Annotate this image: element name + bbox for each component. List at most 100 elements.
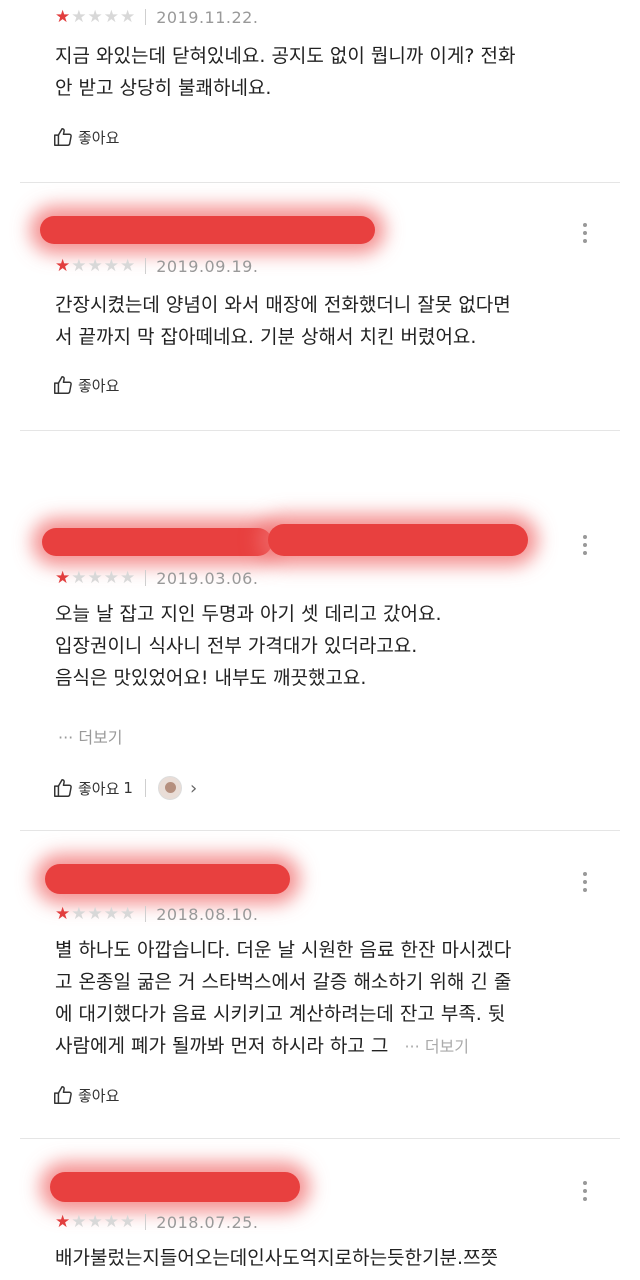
more-link[interactable]: ··· 더보기: [404, 1037, 469, 1056]
star-empty-icon: ★: [120, 903, 136, 924]
star-empty-icon: ★: [103, 1211, 119, 1232]
like-count: 1: [123, 779, 133, 797]
like-row: 좋아요 1 ›: [52, 775, 197, 801]
star-empty-icon: ★: [71, 1211, 87, 1232]
star-empty-icon: ★: [103, 6, 119, 27]
star-filled-icon: ★: [55, 6, 71, 27]
redacted-author: [40, 216, 375, 244]
star-empty-icon: ★: [87, 567, 103, 588]
divider-bar: [145, 1214, 147, 1230]
like-button[interactable]: 좋아요: [52, 372, 119, 398]
review-list: ★ ★ ★ ★ ★ 2019.11.22. 지금 와있는데 닫혀있네요. 공지도…: [0, 0, 640, 1280]
redacted-author: [45, 864, 290, 894]
divider: [20, 182, 620, 183]
review-text-line: 사람에게 폐가 될까봐 먼저 하시라 하고 그: [55, 1035, 389, 1057]
like-button[interactable]: 좋아요 1: [52, 777, 133, 799]
review-text-line-with-more: 사람에게 폐가 될까봐 먼저 하시라 하고 그 ··· 더보기: [55, 1030, 595, 1063]
star-empty-icon: ★: [71, 567, 87, 588]
rating-row: ★ ★ ★ ★ ★ 2019.03.06.: [55, 566, 258, 590]
star-empty-icon: ★: [87, 1211, 103, 1232]
redacted-author: [50, 1172, 300, 1202]
star-rating: ★ ★ ★ ★ ★: [55, 567, 136, 588]
star-empty-icon: ★: [120, 255, 136, 276]
like-label: 좋아요: [78, 128, 120, 147]
divider-bar: [145, 9, 147, 25]
review-text: 간장시켰는데 양념이 와서 매장에 전화했더니 잘못 없다면 서 끝까지 막 잡…: [55, 289, 595, 353]
thumbs-up-icon: [54, 779, 72, 797]
review-date: 2019.09.19.: [156, 256, 259, 276]
redacted-author: [42, 528, 272, 556]
star-empty-icon: ★: [120, 1211, 136, 1232]
review-text-line: 에 대기했다가 음료 시키키고 계산하려는데 잔고 부족. 뒷: [55, 1003, 506, 1025]
thumbs-up-icon: [54, 128, 72, 146]
star-rating: ★ ★ ★ ★ ★: [55, 255, 136, 276]
thumbs-up-icon: [54, 1086, 72, 1104]
more-options-icon[interactable]: [582, 535, 588, 555]
review-text-line: 안 받고 상당히 불쾌하네요.: [55, 77, 272, 99]
rating-row: ★ ★ ★ ★ ★ 2019.11.22.: [55, 5, 258, 29]
redacted-author: [268, 524, 528, 556]
review-text-line: 배가불렀는지들어오는데인사도억지로하는듯한기분.쯔쯧: [55, 1247, 499, 1269]
review-text: 오늘 날 잡고 지인 두명과 아기 셋 데리고 갔어요. 입장권이니 식사니 전…: [55, 598, 595, 694]
divider-bar: [145, 258, 147, 274]
star-empty-icon: ★: [71, 903, 87, 924]
like-label: 좋아요: [78, 779, 120, 798]
more-ellipsis: ···: [404, 1037, 420, 1056]
like-label: 좋아요: [78, 1086, 120, 1105]
star-empty-icon: ★: [120, 6, 136, 27]
divider: [20, 430, 620, 431]
liker-avatar[interactable]: [157, 776, 182, 800]
divider: [20, 1138, 620, 1139]
star-empty-icon: ★: [103, 903, 119, 924]
review-text-line: 서 끝까지 막 잡아떼네요. 기분 상해서 치킨 버렸어요.: [55, 326, 477, 348]
star-empty-icon: ★: [71, 255, 87, 276]
review-text-line: 입장권이니 식사니 전부 가격대가 있더라고요.: [55, 635, 418, 657]
review-text: 배가불렀는지들어오는데인사도억지로하는듯한기분.쯔쯧: [55, 1242, 595, 1274]
star-filled-icon: ★: [55, 903, 71, 924]
chevron-right-icon[interactable]: ›: [190, 778, 197, 799]
star-empty-icon: ★: [103, 255, 119, 276]
more-ellipsis: ···: [58, 728, 74, 747]
review-text-line: 별 하나도 아깝습니다. 더운 날 시원한 음료 한잔 마시겠다: [55, 939, 512, 961]
like-button[interactable]: 좋아요: [52, 124, 119, 150]
review-text-line: 음식은 맛있었어요! 내부도 깨끗했고요.: [55, 667, 367, 689]
star-empty-icon: ★: [103, 567, 119, 588]
review-date: 2019.11.22.: [156, 7, 259, 27]
review-text-line: 간장시켰는데 양념이 와서 매장에 전화했더니 잘못 없다면: [55, 294, 511, 316]
rating-row: ★ ★ ★ ★ ★ 2019.09.19.: [55, 254, 258, 278]
review-date: 2018.07.25.: [156, 1212, 259, 1232]
review-text-line: 지금 와있는데 닫혀있네요. 공지도 없이 뭡니까 이게? 전화: [55, 45, 516, 67]
more-label: 더보기: [78, 728, 123, 747]
more-options-icon[interactable]: [582, 1181, 588, 1201]
star-empty-icon: ★: [87, 255, 103, 276]
star-filled-icon: ★: [55, 255, 71, 276]
review-text: 별 하나도 아깝습니다. 더운 날 시원한 음료 한잔 마시겠다 고 온종일 굶…: [55, 934, 595, 1063]
divider-bar: [145, 570, 147, 586]
star-empty-icon: ★: [87, 6, 103, 27]
star-empty-icon: ★: [71, 6, 87, 27]
more-options-icon[interactable]: [582, 223, 588, 243]
more-link[interactable]: ··· 더보기: [58, 724, 123, 748]
star-empty-icon: ★: [87, 903, 103, 924]
thumbs-up-icon: [54, 376, 72, 394]
more-label: 더보기: [424, 1037, 469, 1056]
star-rating: ★ ★ ★ ★ ★: [55, 1211, 136, 1232]
divider: [20, 830, 620, 831]
like-button[interactable]: 좋아요: [52, 1082, 119, 1108]
like-label: 좋아요: [78, 376, 120, 395]
star-rating: ★ ★ ★ ★ ★: [55, 903, 136, 924]
review-text-line: 오늘 날 잡고 지인 두명과 아기 셋 데리고 갔어요.: [55, 603, 442, 625]
review-text: 지금 와있는데 닫혀있네요. 공지도 없이 뭡니까 이게? 전화 안 받고 상당…: [55, 40, 595, 104]
divider-bar: [145, 906, 147, 922]
star-filled-icon: ★: [55, 1211, 71, 1232]
star-empty-icon: ★: [120, 567, 136, 588]
more-options-icon[interactable]: [582, 872, 588, 892]
review-date: 2018.08.10.: [156, 904, 259, 924]
review-date: 2019.03.06.: [156, 568, 259, 588]
star-rating: ★ ★ ★ ★ ★: [55, 6, 136, 27]
star-filled-icon: ★: [55, 567, 71, 588]
review-text-line: 고 온종일 굶은 거 스타벅스에서 갈증 해소하기 위해 긴 줄: [55, 971, 512, 993]
divider-bar: [144, 779, 146, 797]
rating-row: ★ ★ ★ ★ ★ 2018.07.25.: [55, 1210, 258, 1234]
rating-row: ★ ★ ★ ★ ★ 2018.08.10.: [55, 902, 258, 926]
